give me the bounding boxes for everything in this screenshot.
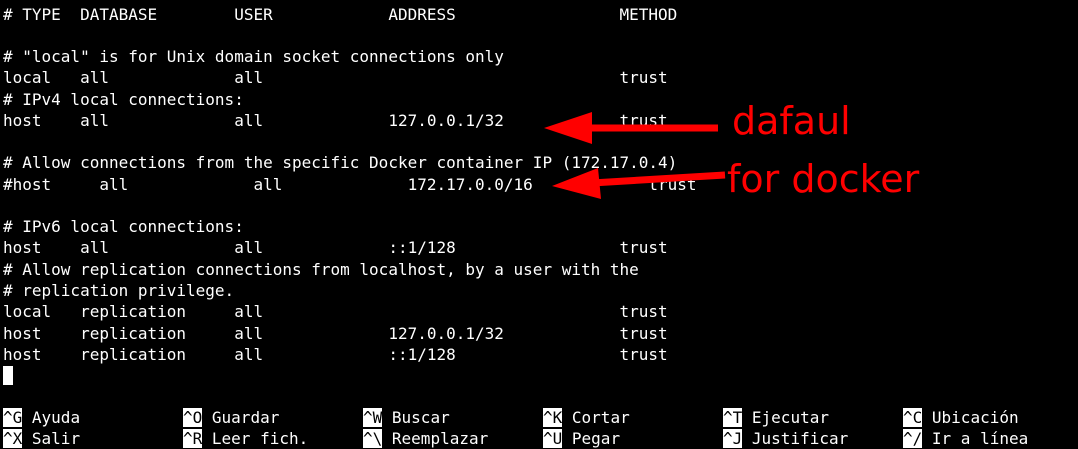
shortcut-cut[interactable]: ^K Cortar: [543, 407, 630, 428]
shortcut-key: ^U: [543, 429, 563, 448]
shortcut-key: ^K: [543, 408, 563, 427]
docker-annotation-label: for docker: [727, 157, 920, 201]
shortcut-help[interactable]: ^G Ayuda: [3, 407, 80, 428]
shortcut-key: ^/: [903, 429, 923, 448]
docker-arrow-head: [552, 168, 601, 199]
shortcut-label: Ayuda: [31, 408, 81, 427]
shortcut-label: Ir a línea: [931, 429, 1029, 448]
shortcut-save[interactable]: ^O Guardar: [183, 407, 279, 428]
shortcut-key: ^R: [183, 429, 203, 448]
shortcut-execute[interactable]: ^T Ejecutar: [723, 407, 829, 428]
shortcut-label: Ubicación: [931, 408, 1019, 427]
default-annotation-label: dafaul: [732, 99, 851, 143]
shortcut-key: ^T: [723, 408, 743, 427]
shortcut-key: ^X: [3, 429, 23, 448]
shortcut-search[interactable]: ^W Buscar: [363, 407, 450, 428]
shortcut-label: Salir: [31, 429, 81, 448]
shortcut-key: ^O: [183, 408, 203, 427]
shortcut-key: ^\: [363, 429, 383, 448]
shortcut-label: Justificar: [751, 429, 849, 448]
shortcut-label: Pegar: [571, 429, 621, 448]
shortcut-label: Leer fich.: [211, 429, 309, 448]
default-arrow-head: [544, 112, 592, 144]
shortcut-key: ^J: [723, 429, 743, 448]
shortcut-label: Ejecutar: [751, 408, 829, 427]
docker-arrow-shaft: [591, 171, 726, 187]
shortcut-label: Guardar: [211, 408, 280, 427]
shortcut-label: Buscar: [391, 408, 450, 427]
shortcut-label: Cortar: [571, 408, 630, 427]
shortcut-key: ^W: [363, 408, 383, 427]
shortcut-location[interactable]: ^C Ubicación: [903, 407, 1019, 428]
annotation-arrows: [544, 112, 726, 199]
shortcut-key: ^C: [903, 408, 923, 427]
shortcut-label: Reemplazar: [391, 429, 489, 448]
nano-editor-terminal[interactable]: # TYPE DATABASE USER ADDRESS METHOD # "l…: [0, 0, 1078, 448]
shortcut-key: ^G: [3, 408, 23, 427]
